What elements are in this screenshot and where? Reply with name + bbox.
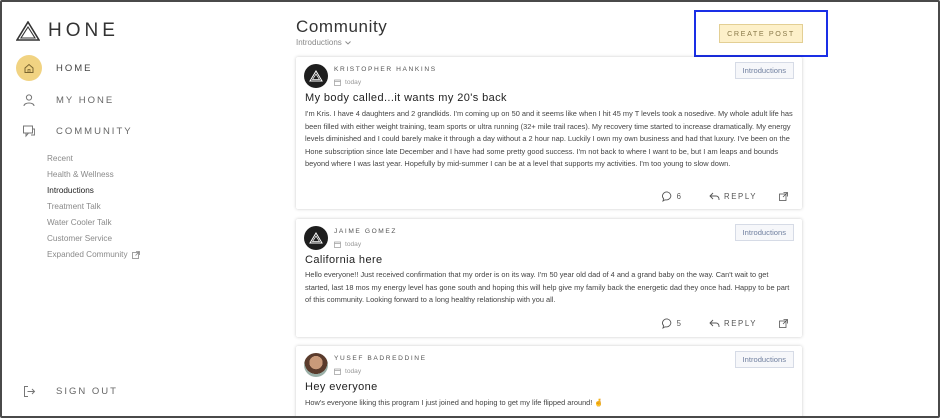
window-border: [0, 0, 940, 418]
